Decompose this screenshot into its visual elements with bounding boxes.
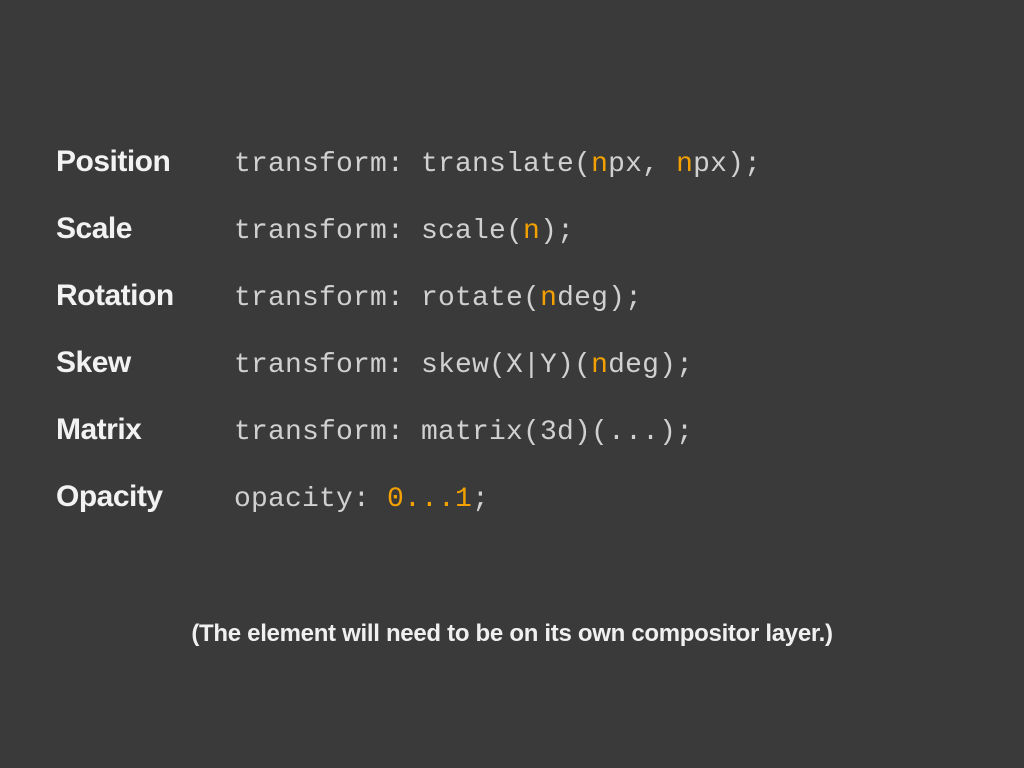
- property-code: transform: skew(X|Y)(ndeg);: [234, 350, 693, 381]
- property-list: Positiontransform: translate(npx, npx);S…: [56, 145, 968, 515]
- property-code: opacity: 0...1;: [234, 484, 489, 515]
- code-text: deg);: [557, 283, 642, 314]
- code-highlight: n: [591, 149, 608, 180]
- code-text: px,: [608, 149, 676, 180]
- property-label: Skew: [56, 346, 234, 380]
- property-label: Matrix: [56, 413, 234, 447]
- property-row: Scaletransform: scale(n);: [56, 212, 968, 247]
- property-code: transform: translate(npx, npx);: [234, 149, 761, 180]
- code-text: ;: [472, 484, 489, 515]
- code-text: transform: skew(X|Y)(: [234, 350, 591, 381]
- property-row: Matrixtransform: matrix(3d)(...);: [56, 413, 968, 448]
- footnote: (The element will need to be on its own …: [0, 620, 1024, 648]
- property-label: Rotation: [56, 279, 234, 313]
- code-text: );: [540, 216, 574, 247]
- property-label: Opacity: [56, 480, 234, 514]
- code-text: transform: matrix(3d)(...);: [234, 417, 693, 448]
- property-code: transform: rotate(ndeg);: [234, 283, 642, 314]
- property-row: Opacityopacity: 0...1;: [56, 480, 968, 515]
- code-text: transform: rotate(: [234, 283, 540, 314]
- code-highlight: 0...1: [387, 484, 472, 515]
- property-label: Scale: [56, 212, 234, 246]
- property-label: Position: [56, 145, 234, 179]
- property-row: Rotationtransform: rotate(ndeg);: [56, 279, 968, 314]
- code-highlight: n: [676, 149, 693, 180]
- code-highlight: n: [591, 350, 608, 381]
- code-text: opacity:: [234, 484, 387, 515]
- code-text: deg);: [608, 350, 693, 381]
- code-text: px);: [693, 149, 761, 180]
- property-row: Positiontransform: translate(npx, npx);: [56, 145, 968, 180]
- slide: Positiontransform: translate(npx, npx);S…: [0, 0, 1024, 768]
- property-code: transform: matrix(3d)(...);: [234, 417, 693, 448]
- code-highlight: n: [540, 283, 557, 314]
- code-text: transform: translate(: [234, 149, 591, 180]
- property-row: Skewtransform: skew(X|Y)(ndeg);: [56, 346, 968, 381]
- code-text: transform: scale(: [234, 216, 523, 247]
- code-highlight: n: [523, 216, 540, 247]
- property-code: transform: scale(n);: [234, 216, 574, 247]
